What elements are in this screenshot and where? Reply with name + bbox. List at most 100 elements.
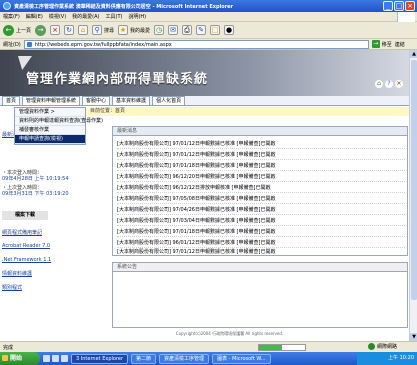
tab-service-center[interactable]: 客服中心 [82,96,111,105]
download-link[interactable]: 類別程式 [2,284,22,291]
taskbar-item[interactable]: 3 Internet Explorer [71,353,129,364]
page-footer: Copyright(c)2004 行政院環境保護署 All rights res… [175,331,284,336]
home-button[interactable]: ⌂ [78,25,89,35]
logout-icon[interactable]: × [395,80,403,88]
news-item[interactable]: [大本制商股份有限公司] 96/12/12日排放申報核准 [申報備查]已開啟 [117,183,405,193]
help-icon[interactable]: ? [385,80,393,88]
quick-launch-icon[interactable] [61,355,68,362]
scroll-thumb[interactable] [411,60,417,300]
edit-button[interactable]: ✎ [196,25,207,35]
quick-launch-icon[interactable] [52,355,59,362]
tab-home[interactable]: 首頁 [2,96,21,105]
menu-bar: 檔案(F) 編輯(E) 檢視(V) 我的最愛(A) 工具(T) 說明(H) [0,12,417,22]
login-time-value: 09年4月28日 上午 10:19:54 [2,176,69,182]
taskbar-item[interactable]: 第二節 [131,353,157,364]
download-link[interactable]: .Net Framework 1.1 [2,257,51,263]
forward-button[interactable]: → [35,24,47,36]
site-banner: 管理作業網內部研得單缺系統 ⌂ ? × [0,50,409,96]
scroll-up-icon[interactable]: ▲ [410,50,417,58]
news-panel: 最新消息 [大本制商股份有限公司] 97/01/12日申報數據已核准 [申報備查… [112,126,408,256]
address-bar: 網址(D) http://webeds.epm.gov.tw/fullppbfa… [0,39,417,50]
favorites-button[interactable]: ★ 我的最愛 [118,25,150,35]
back-arrow-icon: ← [3,24,14,36]
vertical-scrollbar[interactable]: ▲ ▼ [409,50,417,341]
news-item[interactable]: [大本制商股份有限公司] 97/01/12日申報數據已核准 [申報備查]已開啟 [117,150,405,160]
security-zone: 網際網路 [367,343,397,350]
toolbar: ← 上一頁 → × ↻ ⌂ ⚲ 搜尋 ★ 我的最愛 ◷ ✉ ⎙ ✎ □ ● [0,22,417,39]
dropdown-submenu: 管理資料作業 > 資料則的申報達報資料查詢(查尋作業) 補發審核作業 申報申請查… [14,107,103,145]
search-button[interactable]: ⚲ 搜尋 [92,25,114,35]
window-controls: _ □ × [383,1,415,11]
breadcrumb: 目前位置：首頁 [50,107,409,116]
last-login-value: 09年3月31日 下午 03:19:20 [2,191,69,197]
history-button[interactable]: ◷ [154,25,165,35]
site-title: 管理作業網內部研得單缺系統 [26,72,209,87]
taskbar-item[interactable]: 資產清檢工序管理 [159,353,210,364]
menu-favorites[interactable]: 我的最愛(A) [72,13,99,20]
refresh-button[interactable]: ↻ [64,25,75,35]
tab-personal-home[interactable]: 個人化首頁 [152,96,186,105]
stop-button[interactable]: × [50,25,61,35]
tab-reporting-system[interactable]: 管理資料申報管理系統 [22,96,81,105]
menu-help[interactable]: 說明(H) [128,13,146,20]
back-button[interactable]: ← 上一頁 [3,24,32,36]
nav-tabs: 首頁 管理資料申報管理系統 客服中心 基本資料維護 個人化首頁 [0,96,409,106]
system-tray-clock: 上午 10:20 [357,352,417,365]
menu-tools[interactable]: 工具(T) [106,13,123,20]
quick-launch-icon[interactable] [43,355,50,362]
menu-view[interactable]: 檢視(V) [49,13,66,20]
star-icon: ★ [118,25,129,35]
search-label: 搜尋 [104,27,115,34]
address-input[interactable]: http://webeds.epm.gov.tw/fullppbfata/ind… [23,39,369,49]
banner-icons: ⌂ ? × [375,80,403,88]
download-link[interactable]: 情報資料維護 [2,270,32,277]
start-button[interactable]: 開始 [0,352,40,365]
news-item[interactable]: [大本制商股份有限公司] 97/01/18日申報數據已核准 [申報備查]已開啟 [117,227,405,237]
page-viewport: 管理作業網內部研得單缺系統 ⌂ ? × 首頁 管理資料申報管理系統 客服中心 基… [0,50,417,341]
zone-label: 網際網路 [376,344,397,350]
favorites-label: 我的最愛 [130,27,151,34]
maximize-button[interactable]: □ [394,1,404,11]
download-heading: 檔案下載 [2,211,48,220]
search-icon: ⚲ [92,25,103,35]
back-label: 上一頁 [16,27,32,34]
go-label: 移至 [381,41,392,48]
print-button[interactable]: ⎙ [182,25,193,35]
links-label[interactable]: 連結 [395,41,405,48]
home-icon[interactable]: ⌂ [375,80,383,88]
news-item[interactable]: [大本制商股份有限公司] 96/12/20日申報數據已核准 [申報備查]已開啟 [117,172,405,182]
status-bar: 完成 網際網路 [0,341,417,352]
load-progress-fill [259,345,282,350]
submenu-item[interactable]: 管理資料作業 > [15,108,85,117]
close-button[interactable]: × [405,1,415,11]
submenu-item[interactable]: 資料則的申報達報資料查詢(查尋作業) [15,117,103,126]
news-panel-title: 最新消息 [113,127,407,136]
submenu-item[interactable]: 補發審核作業 [15,126,85,135]
windows-logo-icon [397,12,415,22]
menu-file[interactable]: 檔案(F) [3,13,20,20]
download-link[interactable]: 網頁程式備用筆記 [2,229,42,236]
news-item[interactable]: [大本制商股份有限公司] 97/03/04日申報數據已核准 [申報備查]已開啟 [117,216,405,226]
globe-icon [367,343,375,350]
mail-button[interactable]: ✉ [168,25,179,35]
taskbar: 開始 3 Internet Explorer 第二節 資產清檢工序管理 圖表 -… [0,352,417,365]
messenger-button[interactable]: ● [224,25,235,35]
go-button[interactable]: → 移至 [371,40,392,48]
news-item[interactable]: [大本制商股份有限公司] 97/04/26日申報數據已核准 [申報備查]已開啟 [117,205,405,215]
scroll-down-icon[interactable]: ▼ [410,333,417,341]
go-arrow-icon: → [371,40,380,48]
taskbar-item[interactable]: 圖表 - Microsoft W... [212,353,271,364]
menu-edit[interactable]: 編輯(E) [26,13,43,20]
news-item[interactable]: [大本制商股份有限公司] 97/01/12日申報數據已核准 [申報備查]已開啟 [117,139,405,149]
load-progress [258,344,306,351]
news-item[interactable]: [大本制商股份有限公司] 97/05/08日申報數據已核准 [申報備查]已開啟 [117,194,405,204]
quick-launch [43,355,68,362]
minimize-button[interactable]: _ [383,1,393,11]
download-link[interactable]: Acrobat Reader 7.0 [2,243,50,249]
submenu-item-selected[interactable]: 申報申請查詢(檢視) [15,135,85,144]
tab-basic-data[interactable]: 基本資料維護 [112,96,151,105]
address-label: 網址(D) [3,41,21,48]
news-item[interactable]: [大本制商股份有限公司] 97/01/12日申報數據已核准 [申報備查]已開啟 [117,247,405,257]
folder-button[interactable]: □ [210,25,221,35]
news-item[interactable]: [大本制商股份有限公司] 97/01/18日申報數據已核准 [申報備查]已開啟 [117,161,405,171]
